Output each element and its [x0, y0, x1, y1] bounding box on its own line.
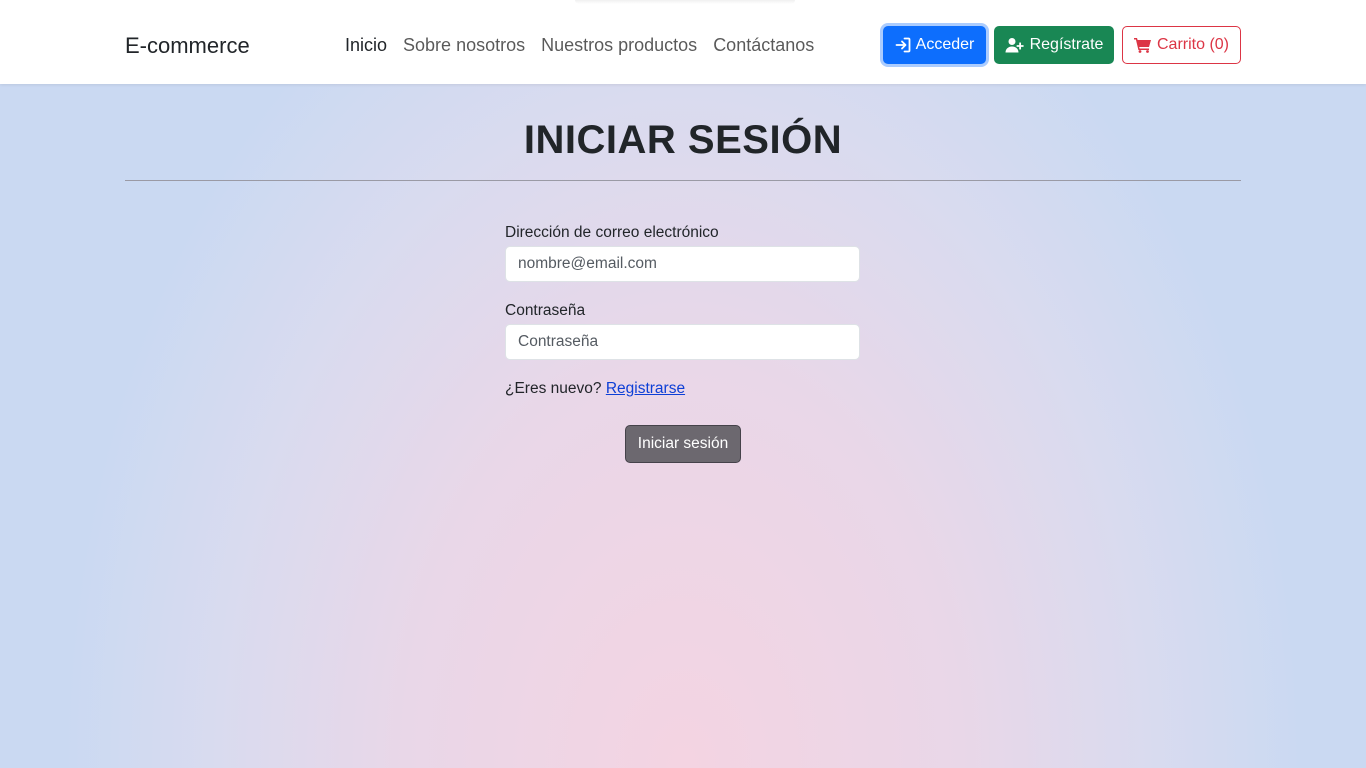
- register-button-label: Regístrate: [1029, 36, 1104, 53]
- navbar-shadow: [575, 0, 795, 4]
- brand-logo[interactable]: E-commerce: [125, 33, 250, 59]
- register-button[interactable]: Regístrate: [994, 26, 1114, 64]
- login-button-label: Acceder: [915, 36, 975, 53]
- nav-link-nuestros-productos[interactable]: Nuestros productos: [541, 35, 697, 56]
- shopping-cart-icon: [1133, 37, 1152, 53]
- nav-link-sobre-nosotros[interactable]: Sobre nosotros: [403, 35, 525, 56]
- password-label: Contraseña: [505, 302, 586, 319]
- nav-link-inicio[interactable]: Inicio: [345, 35, 387, 56]
- email-label: Dirección de correo electrónico: [505, 224, 719, 241]
- register-link[interactable]: Registrarse: [606, 380, 685, 397]
- user-plus-icon: [1005, 37, 1025, 53]
- navbar: E-commerce Inicio Sobre nosotros Nuestro…: [0, 0, 1366, 84]
- title-divider: [125, 180, 1241, 181]
- nav-link-contactanos[interactable]: Contáctanos: [713, 35, 814, 56]
- page-title: INICIAR SESIÓN: [523, 118, 843, 162]
- nav-links: Inicio Sobre nosotros Nuestros productos…: [345, 35, 830, 56]
- login-button[interactable]: Acceder: [883, 26, 986, 64]
- submit-login-button[interactable]: Iniciar sesión: [625, 425, 741, 463]
- email-field[interactable]: [505, 246, 860, 282]
- cart-button-label: Carrito (0): [1156, 36, 1229, 53]
- password-field[interactable]: [505, 324, 860, 360]
- sign-in-icon: [895, 37, 911, 53]
- new-user-prompt: ¿Eres nuevo? Registrarse: [505, 380, 685, 398]
- new-user-text: ¿Eres nuevo?: [505, 380, 602, 397]
- cart-button[interactable]: Carrito (0): [1122, 26, 1241, 64]
